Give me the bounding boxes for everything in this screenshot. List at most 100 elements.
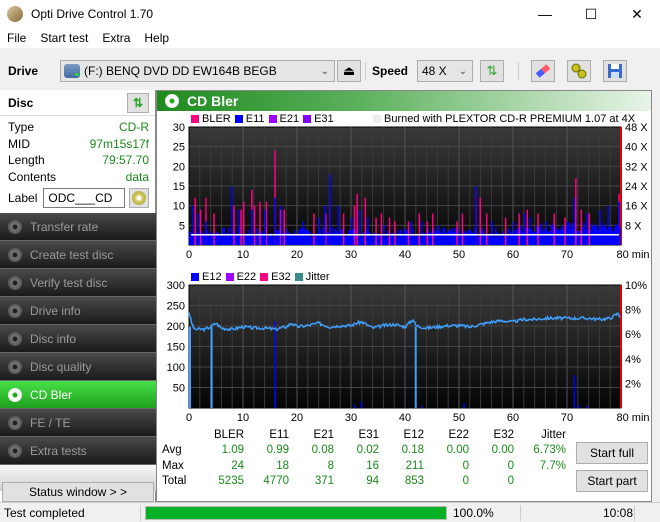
cd-icon (132, 191, 147, 205)
e11-bar (268, 234, 270, 245)
e11-bar (498, 236, 500, 245)
maximize-button[interactable]: ☐ (568, 0, 614, 28)
progress-text: 100.0% (453, 505, 494, 520)
bler-bar (580, 209, 582, 245)
stat-value: 0 (507, 475, 514, 488)
e11-bar (256, 228, 258, 245)
status-window-button[interactable]: Status window > > (2, 482, 154, 502)
disc-icon (8, 415, 22, 430)
disc-label-input[interactable] (43, 188, 126, 208)
settings-button[interactable] (567, 60, 591, 82)
nav-label: Transfer rate (30, 219, 99, 234)
e11-bar (583, 222, 585, 245)
e11-bar (405, 230, 407, 245)
nav-label: Verify test disc (30, 275, 108, 290)
col-header: Jitter (541, 428, 566, 441)
e11-bar (531, 229, 533, 245)
disc-icon (8, 303, 22, 318)
e11-bar (444, 228, 446, 245)
nav-transfer-rate[interactable]: Transfer rate (0, 213, 156, 241)
disc-icon (8, 331, 22, 346)
nav-fe-te[interactable]: FE / TE (0, 409, 156, 437)
eject-button[interactable]: ⏏ (337, 60, 361, 82)
e11-bar (322, 227, 324, 245)
nav-extra-tests[interactable]: Extra tests (0, 437, 156, 465)
nav-verify-test-disc[interactable]: Verify test disc (0, 269, 156, 297)
start-part-button[interactable]: Start part (576, 470, 648, 492)
e11-bar (493, 236, 495, 245)
e11-bar (435, 230, 437, 245)
e11-bar (541, 231, 543, 245)
bler-bar (342, 213, 345, 245)
bler-bar (526, 209, 528, 245)
stats-row-total: Total 5235 4770 371 94 853 0 0 (157, 474, 566, 490)
y-tick-label: 200 (167, 321, 185, 333)
nav-disc-info[interactable]: Disc info (0, 325, 156, 353)
erase-button[interactable] (531, 60, 555, 82)
col-header: E21 (313, 428, 334, 441)
e11-bar (295, 235, 297, 245)
panel-header: CD Bler (157, 91, 651, 111)
nav-create-test-disc[interactable]: Create test disc (0, 241, 156, 269)
e11-bar (570, 228, 572, 245)
bler-bar (456, 221, 458, 245)
nav-cd-bler[interactable]: CD Bler (0, 381, 156, 409)
stat-value: 371 (314, 475, 334, 488)
speed-select[interactable]: 48 X ⌄ (417, 60, 473, 82)
e11-bar (370, 236, 372, 245)
e11-bar (235, 234, 237, 245)
bler-bar (253, 205, 256, 245)
e11-bar (304, 228, 306, 245)
menu-extra[interactable]: Extra (95, 31, 137, 45)
nav-drive-info[interactable]: Drive info (0, 297, 156, 325)
bler-bar (313, 213, 315, 245)
e11-bar (228, 227, 230, 245)
y-tick-label: 50 (173, 383, 185, 395)
y2-tick-label: 8 X (625, 220, 642, 232)
e11-bar (276, 230, 278, 245)
col-header: E31 (358, 428, 379, 441)
drive-select[interactable]: (F:) BENQ DVD DD EW164B BEGB ⌄ (60, 60, 335, 82)
e11-bar (483, 230, 485, 245)
save-button[interactable] (603, 60, 627, 82)
menu-help[interactable]: Help (137, 31, 176, 45)
x-tick-label: 20 (291, 249, 303, 261)
disc-length-row: Length 79:57.70 (0, 152, 155, 169)
x-tick-label: 60 (507, 249, 519, 261)
y2-tick-label: 48 X (625, 122, 648, 134)
menu-start-test[interactable]: Start test (33, 31, 95, 45)
e11-bar (273, 236, 275, 245)
e11-bar (465, 230, 467, 245)
close-button[interactable]: ✕ (614, 0, 660, 28)
status-bar: Test completed 100.0% 10:08 (0, 502, 660, 522)
disc-title: Disc (8, 95, 34, 110)
bler-bar (380, 213, 383, 245)
e11-bar (359, 209, 361, 245)
nav-disc-quality[interactable]: Disc quality (0, 353, 156, 381)
info-label: MID (8, 136, 30, 151)
info-value: CD-R (119, 120, 149, 135)
y2-tick-label: 8% (625, 305, 641, 317)
e11-bar (513, 221, 515, 245)
e11-bar (286, 228, 288, 245)
e11-bar (523, 213, 526, 245)
nav-label: Extra tests (30, 443, 87, 458)
e11-bar (247, 229, 249, 245)
e11-bar (489, 235, 491, 245)
nav-label: Disc quality (30, 359, 92, 374)
e11-bar (484, 235, 486, 245)
e11-bar (592, 226, 594, 245)
minimize-button[interactable]: — (522, 0, 568, 28)
start-full-button[interactable]: Start full (576, 442, 648, 464)
col-header: E12 (403, 428, 424, 441)
x-tick-label: 50 (453, 412, 465, 424)
e11-bar (300, 228, 302, 245)
refresh-speed-button[interactable]: ⇅ (480, 60, 504, 82)
disc-label-button[interactable] (129, 188, 149, 208)
disc-refresh-button[interactable]: ⇅ (127, 93, 149, 113)
e11-bar (216, 231, 218, 245)
e11-bar (220, 236, 222, 245)
y-tick-label: 20 (173, 161, 185, 173)
menu-file[interactable]: File (0, 31, 33, 45)
info-value: 79:57.70 (102, 153, 149, 168)
